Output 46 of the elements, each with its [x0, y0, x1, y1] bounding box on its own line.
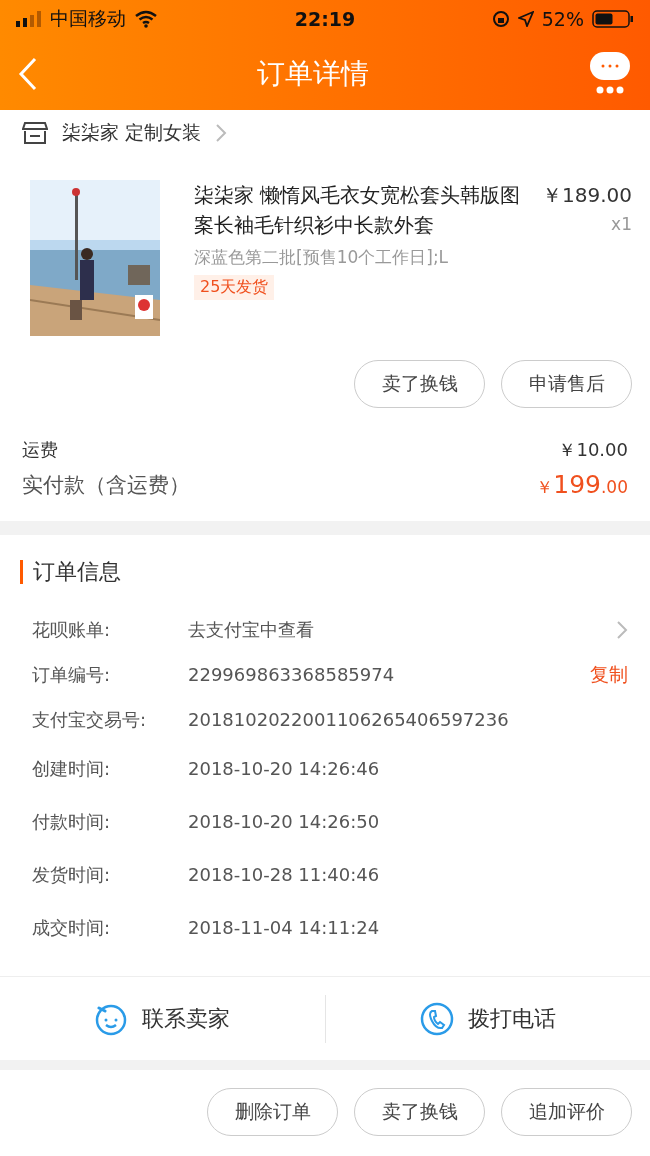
- info-value: 2018-10-28 11:40:46: [188, 864, 381, 885]
- info-value: 2018102022001106265406597236: [188, 709, 510, 730]
- info-value: 2018-10-20 14:26:46: [188, 758, 381, 779]
- battery-icon: [592, 9, 634, 29]
- info-label: 成交时间:: [32, 915, 112, 940]
- section-title: 订单信息: [33, 558, 121, 586]
- product-title[interactable]: 柒柒家 懒惰风毛衣女宽松套头韩版图案长袖毛针织衫中长款外套: [194, 180, 530, 240]
- shop-name[interactable]: 柒柒家 定制女装: [62, 120, 202, 146]
- rotation-lock-icon: [491, 10, 510, 28]
- info-label: 付款时间:: [32, 809, 112, 834]
- status-time: 22:19: [294, 8, 356, 30]
- info-label: 订单编号:: [32, 662, 112, 687]
- info-label: 花呗账单:: [32, 617, 112, 642]
- info-value: 2018-10-20 14:26:50: [188, 811, 381, 832]
- wifi-icon: [134, 10, 158, 28]
- info-label: 创建时间:: [32, 756, 112, 781]
- location-arrow-icon: [517, 11, 534, 27]
- chevron-right-icon: [616, 619, 628, 640]
- shipping-tag: 25天发货: [194, 275, 275, 300]
- action-button[interactable]: 追加评价: [501, 1088, 632, 1136]
- page-title: 订单详情: [257, 56, 369, 92]
- carrier-name: 中国移动: [50, 6, 126, 31]
- fee-value: ￥10.00: [558, 438, 628, 462]
- more-chat-icon[interactable]: [588, 52, 632, 96]
- battery-percent: 52%: [541, 8, 584, 30]
- info-label: 支付宝交易号:: [32, 707, 148, 732]
- action-button[interactable]: 申请售后: [501, 360, 632, 408]
- store-icon: [22, 121, 48, 145]
- action-button[interactable]: 卖了换钱: [354, 360, 485, 408]
- fee-label: 运费: [22, 438, 58, 462]
- action-button[interactable]: 删除订单: [207, 1088, 338, 1136]
- copy-link[interactable]: 复制: [590, 661, 628, 688]
- info-value: 2018-11-04 14:11:24: [188, 917, 381, 938]
- chevron-right-icon: [215, 123, 228, 143]
- info-label: 发货时间:: [32, 862, 112, 887]
- action-button[interactable]: 卖了换钱: [354, 1088, 485, 1136]
- total-label: 实付款（含运费）: [22, 471, 190, 499]
- phone-icon: [419, 1001, 454, 1036]
- back-icon[interactable]: [18, 57, 38, 91]
- info-value: 229969863368585974: [188, 664, 396, 685]
- product-price: ￥189.00: [542, 182, 632, 209]
- product-quantity: x1: [611, 214, 632, 234]
- total-amount: ￥199.00: [536, 470, 628, 499]
- info-value[interactable]: 去支付宝中查看: [188, 617, 616, 642]
- signal-icon: [16, 11, 42, 27]
- product-sku: 深蓝色第二批[预售10个工作日];L: [194, 246, 450, 269]
